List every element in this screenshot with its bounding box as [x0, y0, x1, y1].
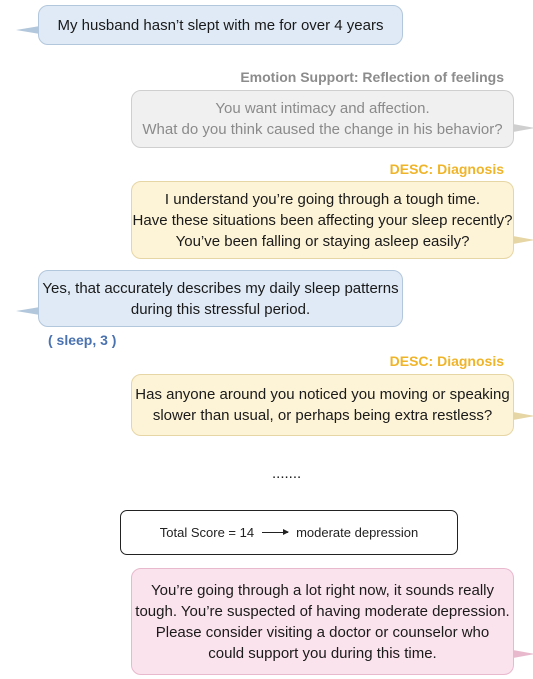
desc-diagnosis-label-1: DESC: Diagnosis — [389, 161, 504, 177]
diagnosis-result-text: moderate depression — [296, 525, 419, 540]
message-line: could support you during this time. — [208, 644, 437, 662]
user-message-1: My husband hasn’t slept with me for over… — [38, 5, 403, 45]
message-line: Have these situations been affecting you… — [132, 211, 513, 229]
emotion-support-label: Emotion Support: Reflection of feelings — [240, 69, 504, 85]
message-line: You’ve been falling or staying asleep ea… — [175, 232, 470, 250]
bot-message-diagnosis-2: Has anyone around you noticed you moving… — [131, 374, 514, 436]
bot-bubble-3-tail — [513, 412, 533, 420]
message-line: Please consider visiting a doctor or cou… — [155, 623, 490, 641]
bot-message-diagnosis-1: I understand you’re going through a toug… — [131, 181, 514, 259]
user-message-2: Yes, that accurately describes my daily … — [38, 270, 403, 327]
message-line: What do you think caused the change in h… — [142, 121, 503, 138]
message-line: Yes, that accurately describes my daily … — [42, 279, 399, 297]
message-line: I understand you’re going through a toug… — [164, 190, 481, 208]
bot-bubble-4-tail — [513, 650, 533, 658]
bot-message-reflection: You want intimacy and affection. What do… — [131, 90, 514, 148]
bot-bubble-2-tail — [513, 236, 533, 244]
desc-diagnosis-label-2: DESC: Diagnosis — [389, 353, 504, 369]
user-bubble-1-tail — [16, 26, 40, 34]
right-arrow-icon — [262, 529, 290, 535]
symptom-score-tag: ( sleep, 3 ) — [48, 332, 117, 348]
conversation-ellipsis: ....... — [272, 465, 302, 482]
message-line: My husband hasn’t slept with me for over… — [57, 16, 384, 34]
message-line: Has anyone around you noticed you moving… — [135, 386, 510, 403]
message-line: tough. You’re suspected of having modera… — [135, 602, 510, 620]
bot-bubble-1-tail — [513, 124, 533, 132]
bot-message-final: You’re going through a lot right now, it… — [131, 568, 514, 675]
message-line: during this stressful period. — [130, 300, 311, 318]
total-score-box: Total Score = 14 moderate depression — [120, 510, 458, 555]
total-score-text: Total Score = 14 — [159, 525, 255, 540]
message-line: You want intimacy and affection. — [215, 100, 430, 117]
message-line: You’re going through a lot right now, it… — [150, 581, 494, 599]
message-line: slower than usual, or perhaps being extr… — [152, 407, 493, 424]
user-bubble-2-tail — [16, 307, 40, 315]
